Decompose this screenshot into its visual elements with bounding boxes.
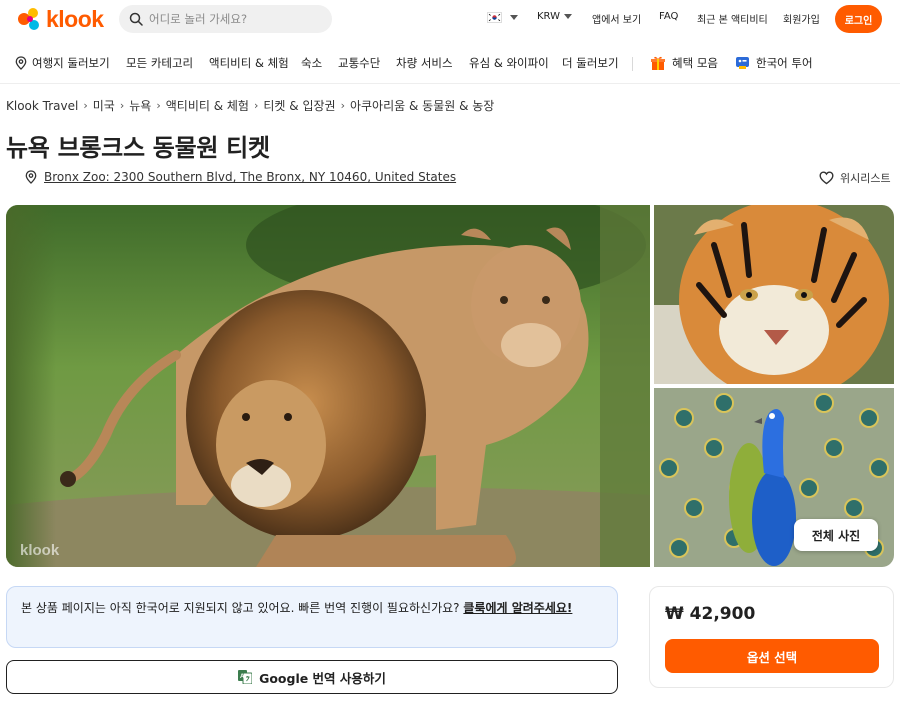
view-all-photos-button[interactable]: 전체 사진 xyxy=(794,519,878,551)
google-translate-label: Google 번역 사용하기 xyxy=(259,670,386,686)
search-icon xyxy=(129,12,143,26)
breadcrumb-link[interactable]: 미국 xyxy=(93,97,115,114)
breadcrumb-link[interactable]: 아쿠아리움 & 동물원 & 농장 xyxy=(350,97,494,114)
search-input[interactable]: 어디로 놀러 가세요? xyxy=(119,5,332,33)
app-link[interactable]: 앱에서 보기 xyxy=(592,11,641,26)
nav-item-stays[interactable]: 숙소 xyxy=(301,55,322,71)
tour-guide-icon xyxy=(736,56,749,69)
nav-item-destinations[interactable]: 여행지 둘러보기 xyxy=(15,55,110,71)
nav-item-korean-tour[interactable]: 한국어 투어 xyxy=(735,55,813,71)
nav-label: 한국어 투어 xyxy=(756,56,813,70)
google-translate-button[interactable]: A Google 번역 사용하기 xyxy=(6,660,618,694)
chevron-right-icon: › xyxy=(83,99,88,112)
recent-viewed-link[interactable]: 최근 본 액티비티 xyxy=(697,11,768,26)
signup-link[interactable]: 회원가입 xyxy=(783,11,820,26)
select-options-button[interactable]: 옵션 선택 xyxy=(665,639,879,673)
svg-text:A: A xyxy=(240,674,245,680)
address-link[interactable]: Bronx Zoo: 2300 Southern Blvd, The Bronx… xyxy=(25,170,456,184)
watermark-text: klook xyxy=(20,542,60,559)
chevron-right-icon: › xyxy=(253,99,259,112)
login-button[interactable]: 로그인 xyxy=(835,5,882,33)
notify-klook-link[interactable]: 클룩에게 알려주세요! xyxy=(463,601,572,615)
chevron-down-icon xyxy=(564,13,572,19)
breadcrumb-link[interactable]: 액티비티 & 체험 xyxy=(166,97,249,114)
klook-logo[interactable]: klook xyxy=(16,6,104,32)
booking-card: ₩ 42,900 옵션 선택 xyxy=(649,586,894,688)
notice-text: 본 상품 페이지는 아직 한국어로 지원되지 않고 있어요. 빠른 번역 진행이… xyxy=(21,601,464,615)
google-translate-icon: A xyxy=(238,670,253,684)
breadcrumb-link[interactable]: 티켓 & 입장권 xyxy=(263,97,335,114)
currency-label: KRW xyxy=(537,11,560,22)
brand-name: klook xyxy=(46,5,104,32)
wishlist-button[interactable]: 위시리스트 xyxy=(819,170,891,186)
page-title: 뉴욕 브롱크스 동물원 티켓 xyxy=(6,134,270,162)
chevron-right-icon: › xyxy=(119,99,125,112)
korea-flag-icon[interactable] xyxy=(487,12,502,23)
nav-item-transport[interactable]: 교통수단 xyxy=(338,55,380,71)
nav-item-deals[interactable]: 혜택 모음 xyxy=(650,55,718,71)
heart-icon xyxy=(819,171,834,185)
photo-tiger[interactable] xyxy=(654,205,894,384)
currency-selector[interactable]: KRW xyxy=(537,11,572,22)
nav-label: 혜택 모음 xyxy=(672,56,718,70)
nav-item-all-categories[interactable]: 모든 카테고리 xyxy=(126,55,193,71)
breadcrumb-link[interactable]: 뉴욕 xyxy=(129,97,151,114)
category-nav: 여행지 둘러보기 모든 카테고리 액티비티 & 체험 숙소 교통수단 차량 서비… xyxy=(0,44,900,84)
chevron-right-icon: › xyxy=(156,99,161,112)
nav-item-sim-wifi[interactable]: 유심 & 와이파이 xyxy=(469,55,549,71)
gift-icon xyxy=(651,56,665,70)
price-text: ₩ 42,900 xyxy=(665,604,756,624)
nav-divider xyxy=(632,57,633,71)
location-pin-icon xyxy=(15,56,27,70)
nav-item-car-service[interactable]: 차량 서비스 xyxy=(396,55,453,71)
language-dropdown-icon[interactable] xyxy=(510,15,518,20)
top-header: klook 어디로 놀러 가세요? KRW 앱에서 보기 FAQ 최근 본 액티… xyxy=(0,0,900,40)
address-text: Bronx Zoo: 2300 Southern Blvd, The Bronx… xyxy=(44,170,457,184)
chevron-right-icon: › xyxy=(340,99,345,112)
translation-notice: 본 상품 페이지는 아직 한국어로 지원되지 않고 있어요. 빠른 번역 진행이… xyxy=(6,586,618,648)
klook-logo-icon xyxy=(18,8,39,30)
wishlist-label: 위시리스트 xyxy=(840,172,891,185)
nav-item-activities[interactable]: 액티비티 & 체험 xyxy=(209,55,289,71)
breadcrumb-link[interactable]: Klook Travel xyxy=(6,99,78,113)
nav-item-more[interactable]: 더 둘러보기 xyxy=(562,55,619,71)
search-placeholder: 어디로 놀러 가세요? xyxy=(149,12,248,26)
nav-label: 여행지 둘러보기 xyxy=(32,56,110,70)
breadcrumb: Klook Travel › 미국 › 뉴욕 › 액티비티 & 체험 › 티켓 & 입장… xyxy=(6,97,494,114)
main-photo-lions[interactable]: klook xyxy=(6,205,650,567)
location-pin-icon xyxy=(25,170,37,184)
faq-link[interactable]: FAQ xyxy=(659,11,678,22)
